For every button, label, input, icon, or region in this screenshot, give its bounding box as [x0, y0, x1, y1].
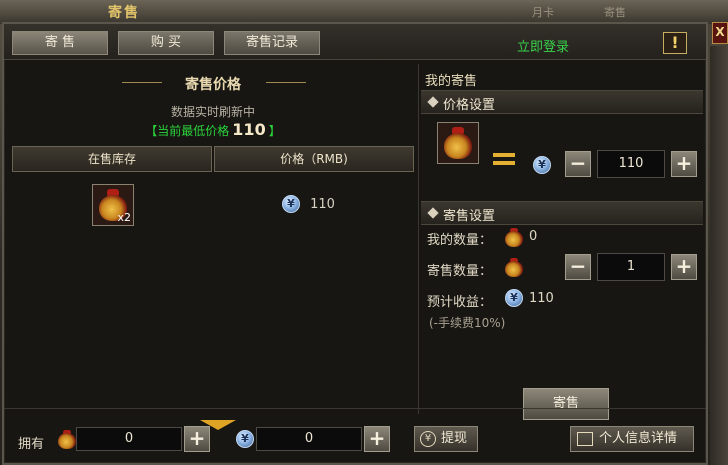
own-label: 拥有 — [18, 437, 45, 452]
lowest-price-line: 【当前最低价格 110】 — [10, 120, 416, 139]
withdraw-icon: ¥ — [420, 431, 436, 447]
close-icon[interactable]: X — [712, 22, 728, 44]
coin-count-field: 0 — [256, 427, 362, 451]
row-price: ¥ 110 — [282, 195, 335, 213]
login-link[interactable]: 立即登录 — [517, 36, 569, 55]
price-plus-button[interactable]: + — [671, 151, 697, 177]
tab-consign[interactable]: 寄 售 — [12, 31, 108, 55]
price-minus-button[interactable]: − — [565, 151, 591, 177]
right-panel: 我的寄售 价格设置 ¥ − 110 + 寄售设置 我的数量： 0 寄售数量： −… — [418, 64, 704, 420]
lucky-bag-icon — [437, 122, 479, 164]
coin-icon: ¥ — [505, 289, 523, 307]
ornament-right — [266, 82, 306, 83]
sell-quantity-label: 寄售数量： — [427, 264, 493, 279]
add-bag-button[interactable]: + — [184, 426, 210, 452]
side-edge-strip — [710, 46, 728, 465]
sale-settings-label: 寄售设置 — [443, 209, 496, 224]
row-price-value: 110 — [310, 196, 335, 212]
coin-icon: ¥ — [236, 430, 254, 448]
lucky-bag-icon — [56, 428, 78, 450]
tab-bar: 寄 售 购 买 寄售记录 立即登录 ! — [4, 24, 706, 60]
lucky-bag-icon: x2 — [92, 184, 134, 226]
lucky-bag-icon — [503, 226, 525, 248]
stock-quantity: x2 — [117, 211, 131, 224]
bag-count-field: 0 — [76, 427, 182, 451]
lowest-price-value: 110 — [232, 120, 266, 139]
scene-bg-label-right: 寄售 — [604, 6, 626, 19]
diamond-bullet-icon — [427, 96, 439, 108]
my-quantity-label: 我的数量： — [427, 233, 493, 248]
bottom-bar: 拥有 0 + ¥ 0 + ¥ 提现 个人信息详情 — [4, 408, 706, 463]
coin-icon: ¥ — [282, 195, 300, 213]
profile-details-button[interactable]: 个人信息详情 — [570, 426, 694, 452]
coin-icon: ¥ — [533, 156, 551, 174]
column-price: 价格（RMB) — [214, 146, 414, 172]
profile-details-label: 个人信息详情 — [599, 431, 678, 446]
diamond-bullet-icon — [427, 207, 439, 219]
price-settings-label: 价格设置 — [443, 98, 496, 113]
sell-quantity-input[interactable]: 1 — [597, 253, 665, 281]
lowest-price-suffix: 】 — [268, 124, 281, 138]
quantity-minus-button[interactable]: − — [565, 254, 591, 280]
section-title: 寄售价格 — [185, 77, 241, 93]
my-quantity-value: 0 — [529, 229, 538, 244]
price-input[interactable]: 110 — [597, 150, 665, 178]
alert-icon[interactable]: ! — [663, 32, 687, 54]
withdraw-label: 提现 — [441, 431, 468, 446]
lucky-bag-icon — [503, 256, 525, 278]
tab-consign-records[interactable]: 寄售记录 — [224, 31, 320, 55]
add-coin-button[interactable]: + — [364, 426, 390, 452]
consignment-window: 寄 售 购 买 寄售记录 立即登录 ! 寄售价格 数据实时刷新中 【当前最低价格… — [2, 22, 708, 465]
expected-income-label: 预计收益： — [427, 295, 493, 310]
user-card-icon — [577, 432, 593, 446]
lowest-price-prefix: 【当前最低价格 — [145, 124, 230, 138]
refresh-status: 数据实时刷新中 — [170, 105, 255, 119]
table-header: 在售库存 价格（RMB) — [12, 146, 414, 172]
scene-title: 寄售 — [108, 5, 140, 21]
fee-note: (-手续费10%) — [429, 316, 506, 330]
left-panel: 寄售价格 数据实时刷新中 【当前最低价格 110】 在售库存 价格（RMB) x2… — [10, 64, 416, 430]
equals-icon — [493, 152, 515, 166]
sale-settings-header: 寄售设置 — [421, 201, 703, 225]
withdraw-button[interactable]: ¥ 提现 — [414, 426, 478, 452]
quantity-plus-button[interactable]: + — [671, 254, 697, 280]
expected-income-value: 110 — [529, 291, 554, 306]
my-consign-title: 我的寄售 — [425, 74, 478, 89]
scene-bg-label-left: 月卡 — [532, 6, 554, 19]
price-settings-header: 价格设置 — [421, 90, 703, 114]
column-stock: 在售库存 — [12, 146, 212, 172]
tab-buy[interactable]: 购 买 — [118, 31, 214, 55]
table-row[interactable]: x2 ¥ 110 — [12, 172, 414, 238]
